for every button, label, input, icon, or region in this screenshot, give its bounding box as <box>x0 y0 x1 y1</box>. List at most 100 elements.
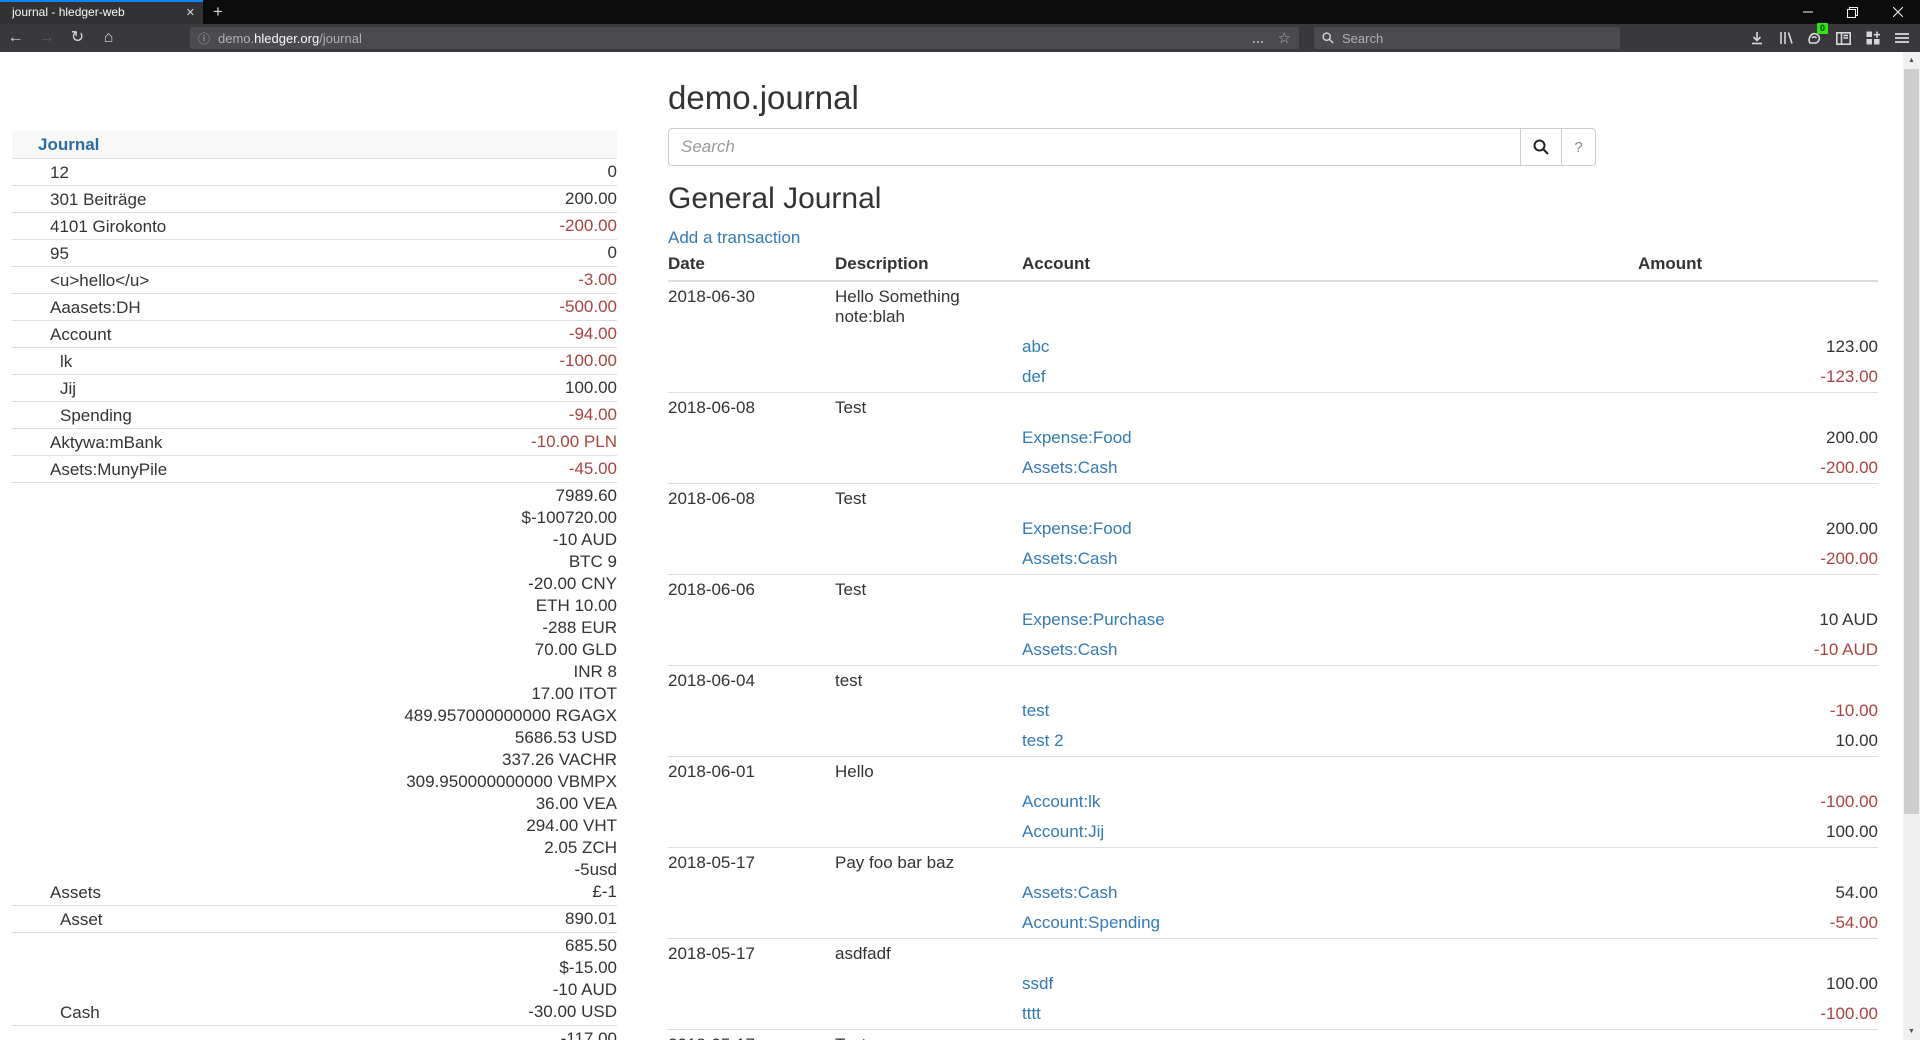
balance-amount: 2.05 ZCH <box>404 837 617 859</box>
sidebar-account-link[interactable]: 4101 Girokonto <box>12 216 166 237</box>
scroll-down-icon[interactable]: ▼ <box>1903 1023 1920 1040</box>
sidebar-account-link[interactable]: Jij <box>12 378 76 399</box>
account-balance: -94.00 <box>569 404 617 426</box>
transaction-date: 2018-06-08 <box>668 393 835 424</box>
posting-account-link[interactable]: Assets:Cash <box>1022 549 1117 568</box>
sidebar-account-link[interactable]: <u>hello</u> <box>12 270 149 291</box>
balance-amount: ETH 10.00 <box>404 595 617 617</box>
search-submit-button[interactable] <box>1521 128 1562 166</box>
account-balance: -10.00 PLN <box>531 431 617 453</box>
url-bar[interactable]: ⓘ demo.hledger.org/journal … ☆ <box>190 27 1299 49</box>
posting-account-link[interactable]: ssdf <box>1022 974 1053 993</box>
sidebar-account-link[interactable]: Assets <box>12 882 101 903</box>
search-help-button[interactable]: ? <box>1562 128 1596 166</box>
sidebar-account-row: Account -94.00 <box>12 320 617 347</box>
balance-amount: -117.00 <box>561 1028 617 1040</box>
balance-amount: -94.00 <box>569 404 617 426</box>
posting-account-link[interactable]: Account:lk <box>1022 792 1100 811</box>
sidebar-account-link[interactable]: Asets:MunyPile <box>12 459 167 480</box>
library-icon[interactable] <box>1771 25 1800 51</box>
bookmark-star-icon[interactable]: ☆ <box>1278 29 1291 47</box>
minimize-button[interactable] <box>1785 0 1830 24</box>
sidebar-account-row: 95 0 <box>12 239 617 266</box>
posting-account-link[interactable]: Expense:Food <box>1022 519 1132 538</box>
posting-row: abc 123.00 <box>668 332 1878 362</box>
posting-account-link[interactable]: Expense:Purchase <box>1022 610 1165 629</box>
posting-row: Assets:Cash -200.00 <box>668 544 1878 575</box>
posting-account-link[interactable]: test <box>1022 701 1049 720</box>
balance-amount: -45.00 <box>569 458 617 480</box>
posting-account-link[interactable]: Expense:Food <box>1022 428 1132 447</box>
back-icon[interactable]: ← <box>0 24 31 52</box>
column-header-date: Date <box>668 254 835 281</box>
page-scrollbar[interactable]: ▲ ▼ <box>1903 52 1920 1040</box>
posting-row: Assets:Cash -10 AUD <box>668 635 1878 666</box>
transaction: 2018-06-08 Test Expense:Food 200.00 Asse… <box>668 484 1878 575</box>
transaction-header-row[interactable]: 2018-06-30 Hello Something note:blah <box>668 281 1878 332</box>
posting-account-link[interactable]: Assets:Cash <box>1022 883 1117 902</box>
transaction-header-row[interactable]: 2018-06-06 Test <box>668 575 1878 606</box>
posting-account-link[interactable]: Account:Jij <box>1022 822 1104 841</box>
posting-amount: -10.00 <box>1638 696 1878 726</box>
sidebar-account-row: Aktywa:mBank -10.00 PLN <box>12 428 617 455</box>
balance-amount: 7989.60 <box>404 485 617 507</box>
journal-search-input[interactable] <box>668 128 1521 166</box>
sidebar-account-link[interactable]: 301 Beiträge <box>12 189 146 210</box>
journal-link[interactable]: Journal <box>38 135 99 154</box>
transaction: 2018-06-06 Test Expense:Purchase 10 AUD … <box>668 575 1878 666</box>
menu-icon[interactable] <box>1887 25 1916 51</box>
add-transaction-link[interactable]: Add a transaction <box>668 228 800 248</box>
sidebar-account-link[interactable]: 95 <box>12 243 69 264</box>
sidebar-account-link[interactable]: Asset <box>12 909 103 930</box>
transaction-header-row[interactable]: 2018-05-17 Pay foo bar baz <box>668 848 1878 879</box>
balance-amount: -30.00 USD <box>528 1001 617 1023</box>
posting-account-link[interactable]: abc <box>1022 337 1049 356</box>
downloads-icon[interactable] <box>1742 25 1771 51</box>
tab-journal[interactable]: journal - hledger-web ✕ <box>0 0 203 24</box>
sidebar-toggle-icon[interactable] <box>1829 25 1858 51</box>
scroll-up-icon[interactable]: ▲ <box>1903 52 1920 69</box>
transaction-header-row[interactable]: 2018-06-08 Test <box>668 393 1878 424</box>
restore-button[interactable] <box>1830 0 1875 24</box>
transaction-header-row[interactable]: 2018-06-04 test <box>668 666 1878 697</box>
sidebar-account-link[interactable]: Account <box>12 324 111 345</box>
sidebar-account-row: Asset 890.01 <box>12 905 617 932</box>
posting-account-link[interactable]: Account:Spending <box>1022 913 1160 932</box>
browser-search-placeholder: Search <box>1342 31 1383 46</box>
sidebar-account-link[interactable]: Spending <box>12 405 132 426</box>
transaction-header-row[interactable]: 2018-05-17 asdfadf <box>668 939 1878 970</box>
sidebar-account-link[interactable]: Aaasets:DH <box>12 297 141 318</box>
home-icon[interactable]: ⌂ <box>93 24 124 52</box>
posting-account-link[interactable]: test 2 <box>1022 731 1064 750</box>
sidebar-account-link[interactable]: Cash <box>12 1002 100 1023</box>
posting-account-link[interactable]: tttt <box>1022 1004 1041 1023</box>
posting-account-link[interactable]: Assets:Cash <box>1022 640 1117 659</box>
transaction-header-row[interactable]: 2018-06-01 Hello <box>668 757 1878 788</box>
sidebar-account-link[interactable]: 12 <box>12 162 69 183</box>
close-window-button[interactable] <box>1875 0 1920 24</box>
posting-account-link[interactable]: def <box>1022 367 1046 386</box>
scrollbar-thumb[interactable] <box>1904 69 1919 814</box>
new-tab-button[interactable]: + <box>203 0 233 24</box>
browser-search-field[interactable]: Search <box>1314 27 1620 49</box>
tab-close-icon[interactable]: ✕ <box>186 6 195 19</box>
sidebar-account-link[interactable]: Aktywa:mBank <box>12 432 162 453</box>
extensions-grid-icon[interactable] <box>1858 25 1887 51</box>
posting-row: Assets:Cash -200.00 <box>668 453 1878 484</box>
forward-icon[interactable]: → <box>31 24 62 52</box>
account-balance: 7989.60$-100720.00-10 AUDBTC 9-20.00 CNY… <box>404 485 617 903</box>
search-icon <box>1533 139 1549 155</box>
sidebar-account-link[interactable]: lk <box>12 351 72 372</box>
page-actions-icon[interactable]: … <box>1252 31 1266 46</box>
transaction-header-row[interactable]: 2018-06-08 Test <box>668 484 1878 515</box>
extension-icon[interactable]: 0 <box>1800 25 1829 51</box>
balance-amount: -94.00 <box>569 323 617 345</box>
posting-row: tttt -100.00 <box>668 999 1878 1030</box>
account-balance: -100.00 <box>559 350 617 372</box>
reload-icon[interactable]: ↻ <box>62 24 93 52</box>
transaction-header-row[interactable]: 2018-05-17 Test <box>668 1030 1878 1040</box>
posting-account-link[interactable]: Assets:Cash <box>1022 458 1117 477</box>
balance-amount: 100.00 <box>565 377 617 399</box>
site-info-icon[interactable]: ⓘ <box>198 30 210 47</box>
transaction: 2018-06-08 Test Expense:Food 200.00 Asse… <box>668 393 1878 484</box>
